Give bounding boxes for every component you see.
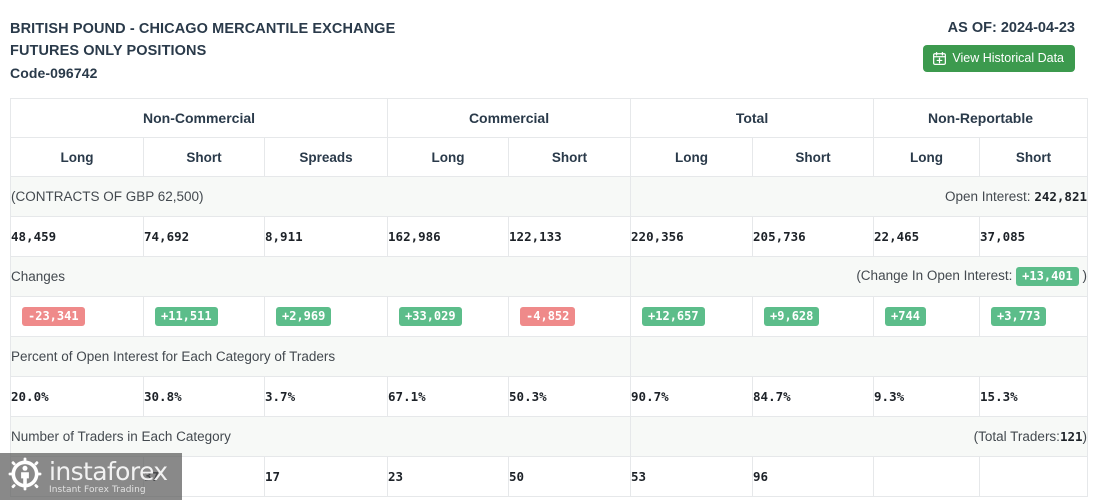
traders-total-short: 96	[752, 456, 875, 497]
contracts-noncomm-spreads: 8,911	[263, 216, 389, 257]
section-label-changes: Changes	[9, 256, 632, 297]
change-in-open-interest-suffix: )	[1082, 268, 1088, 283]
column-header-noncomm-spreads: Spreads	[263, 137, 389, 177]
group-header-row: Non-Commercial Commercial Total Non-Repo…	[9, 98, 1089, 138]
changes-nonrep-long-cell: +744	[873, 296, 981, 337]
changes-total-short-cell: +9,628	[752, 296, 875, 337]
traders-comm-long: 23	[387, 456, 510, 497]
changes-comm-short-cell: -4,852	[508, 296, 632, 337]
section-label-percent: Percent of Open Interest for Each Catego…	[9, 336, 632, 377]
changes-comm-short: -4,852	[520, 307, 576, 326]
section-label-contracts: (CONTRACTS OF GBP 62,500)	[9, 176, 632, 217]
changes-nonrep-long: +744	[885, 307, 926, 326]
total-traders-summary: (Total Traders:121)	[630, 416, 1089, 457]
open-interest-label: Open Interest:	[945, 189, 1031, 204]
percent-nonrep-short: 15.3%	[979, 376, 1089, 417]
view-historical-data-label: View Historical Data	[952, 51, 1064, 66]
percent-nonrep-long: 9.3%	[873, 376, 981, 417]
column-header-total-long: Long	[630, 137, 754, 177]
percent-noncomm-spreads: 3.7%	[263, 376, 389, 417]
percent-noncomm-long: 20.0%	[10, 376, 144, 417]
contracts-noncomm-short: 74,692	[143, 216, 265, 257]
column-header-nonrep-short: Short	[979, 137, 1089, 177]
calendar-plus-icon	[933, 52, 947, 65]
report-title-line-1: BRITISH POUND - CHICAGO MERCANTILE EXCHA…	[10, 21, 396, 37]
group-header-commercial: Commercial	[387, 98, 632, 138]
changes-nonrep-short: +3,773	[991, 307, 1047, 326]
changes-comm-long: +33,029	[399, 307, 462, 326]
changes-noncomm-spreads: +2,969	[276, 307, 332, 326]
changes-noncomm-spreads-cell: +2,969	[263, 296, 389, 337]
change-in-open-interest-value: +13,401	[1016, 267, 1079, 286]
change-in-open-interest-summary: (Change In Open Interest: +13,401 )	[630, 256, 1089, 297]
contracts-total-short: 205,736	[752, 216, 875, 257]
percent-comm-long: 67.1%	[387, 376, 510, 417]
section-header-contracts: (CONTRACTS OF GBP 62,500) Open Interest:…	[9, 176, 1089, 217]
column-header-row: Long Short Spreads Long Short Long Short…	[10, 137, 1089, 177]
changes-total-short: +9,628	[764, 307, 820, 326]
column-header-comm-short: Short	[508, 137, 632, 177]
total-traders-suffix: )	[1082, 429, 1088, 444]
total-traders-label: (Total Traders:	[973, 429, 1060, 444]
contracts-noncomm-long: 48,459	[10, 216, 144, 257]
changes-noncomm-long: -23,341	[22, 307, 85, 326]
traders-noncomm-short: 37	[143, 456, 265, 497]
traders-nonrep-long	[873, 456, 981, 497]
contracts-nonrep-long: 22,465	[873, 216, 981, 257]
group-header-non-commercial: Non-Commercial	[9, 98, 389, 138]
open-interest-value: 242,821	[1034, 189, 1088, 204]
report-title: BRITISH POUND - CHICAGO MERCANTILE EXCHA…	[10, 18, 1075, 84]
traders-comm-short: 50	[508, 456, 632, 497]
traders-noncomm-spreads: 17	[263, 456, 389, 497]
percent-summary	[630, 336, 1089, 377]
column-header-comm-long: Long	[387, 137, 510, 177]
column-header-total-short: Short	[752, 137, 875, 177]
cot-report-table: Non-Commercial Commercial Total Non-Repo…	[9, 98, 1089, 497]
changes-noncomm-long-cell: -23,341	[10, 296, 144, 337]
contracts-total-long: 220,356	[630, 216, 754, 257]
column-header-noncomm-long: Long	[10, 137, 144, 177]
report-code: Code-096742	[10, 65, 98, 81]
changes-noncomm-short: +11,511	[155, 307, 218, 326]
changes-noncomm-short-cell: +11,511	[143, 296, 265, 337]
traders-total-long: 53	[630, 456, 754, 497]
column-header-noncomm-short: Short	[143, 137, 265, 177]
group-header-non-reportable: Non-Reportable	[873, 98, 1089, 138]
changes-nonrep-short-cell: +3,773	[979, 296, 1089, 337]
data-row-percent: 20.0% 30.8% 3.7% 67.1% 50.3% 90.7% 84.7%…	[10, 376, 1089, 417]
column-header-nonrep-long: Long	[873, 137, 981, 177]
change-in-open-interest-label: (Change In Open Interest:	[856, 268, 1013, 283]
percent-comm-short: 50.3%	[508, 376, 632, 417]
data-row-contracts: 48,459 74,692 8,911 162,986 122,133 220,…	[10, 216, 1089, 257]
page-header: BRITISH POUND - CHICAGO MERCANTILE EXCHA…	[0, 0, 1097, 98]
header-right-block: AS OF: 2024-04-23 View Historical Data	[923, 18, 1075, 72]
group-header-total: Total	[630, 98, 875, 138]
percent-total-short: 84.7%	[752, 376, 875, 417]
section-label-traders: Number of Traders in Each Category	[9, 416, 632, 457]
percent-noncomm-short: 30.8%	[143, 376, 265, 417]
section-header-percent: Percent of Open Interest for Each Catego…	[9, 336, 1089, 377]
traders-nonrep-short	[979, 456, 1089, 497]
data-row-traders: 37 17 23 50 53 96	[10, 456, 1089, 497]
changes-total-long-cell: +12,657	[630, 296, 754, 337]
changes-total-long: +12,657	[642, 307, 705, 326]
as-of-date: AS OF: 2024-04-23	[947, 20, 1075, 36]
section-header-traders: Number of Traders in Each Category (Tota…	[9, 416, 1089, 457]
total-traders-value: 121	[1059, 429, 1083, 444]
section-header-changes: Changes (Change In Open Interest: +13,40…	[9, 256, 1089, 297]
contracts-comm-long: 162,986	[387, 216, 510, 257]
percent-total-long: 90.7%	[630, 376, 754, 417]
changes-comm-long-cell: +33,029	[387, 296, 510, 337]
report-title-line-2: FUTURES ONLY POSITIONS	[10, 43, 207, 59]
open-interest-summary: Open Interest: 242,821	[630, 176, 1089, 217]
traders-noncomm-long	[10, 456, 144, 497]
data-row-changes: -23,341 +11,511 +2,969 +33,029 -4,852 +1…	[10, 296, 1089, 337]
view-historical-data-button[interactable]: View Historical Data	[923, 45, 1075, 72]
contracts-comm-short: 122,133	[508, 216, 632, 257]
contracts-nonrep-short: 37,085	[979, 216, 1089, 257]
